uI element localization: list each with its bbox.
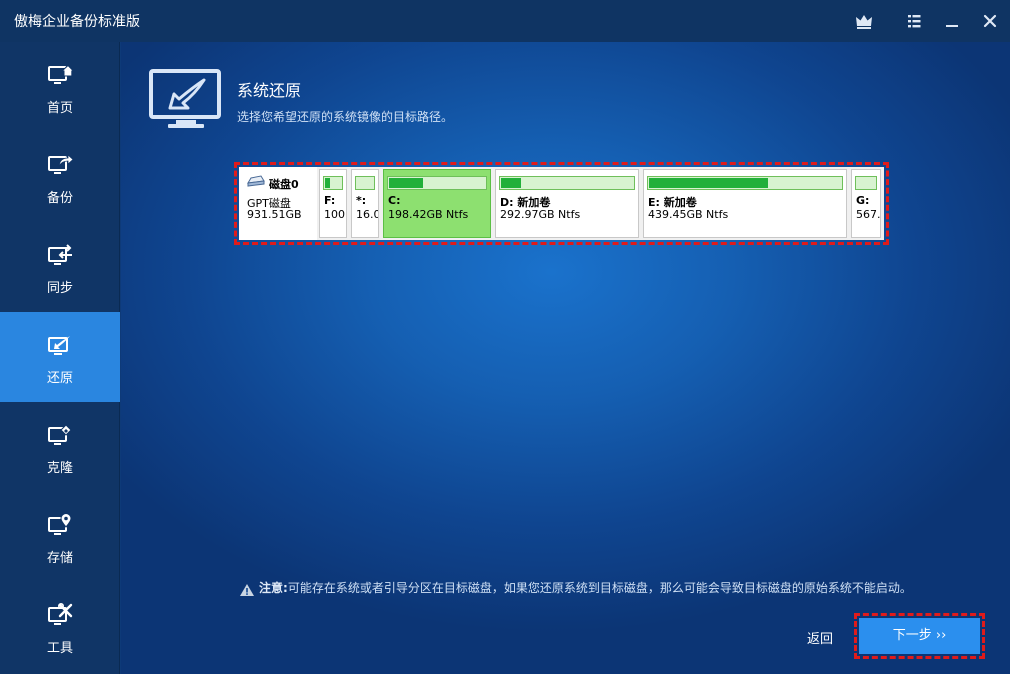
disk-size: 931.51GB <box>247 208 302 221</box>
page-subtitle: 选择您希望还原的系统镜像的目标路径。 <box>237 110 454 124</box>
menu-icon[interactable] <box>902 9 926 33</box>
usage-fill <box>501 178 521 188</box>
usage-bar <box>323 176 343 190</box>
minimize-icon[interactable] <box>940 9 964 33</box>
partition-unlettered[interactable]: *: 16.0 <box>351 169 379 238</box>
sidebar: 首页 备份 同步 还原 克隆 存储 工具 <box>0 42 120 674</box>
title-bar: 傲梅企业备份标准版 <box>0 0 1010 42</box>
note-label: 注意: <box>259 581 288 595</box>
close-icon[interactable] <box>978 9 1002 33</box>
sidebar-item-label: 备份 <box>46 191 73 206</box>
usage-fill <box>649 178 768 188</box>
partition-size: 198.42GB Ntfs <box>388 208 469 221</box>
partition-size: 292.97GB Ntfs <box>500 208 581 221</box>
partition-g[interactable]: G: 567. <box>851 169 881 238</box>
sidebar-item-storage[interactable]: 存储 <box>0 492 120 582</box>
partition-name: C: <box>388 194 401 207</box>
usage-bar <box>855 176 877 190</box>
partition-size: 100. <box>324 208 347 221</box>
restore-icon <box>46 332 74 360</box>
disk-icon <box>246 175 266 189</box>
sidebar-item-label: 同步 <box>46 281 73 296</box>
next-button[interactable]: 下一步 ›› <box>859 618 980 654</box>
sidebar-item-tools[interactable]: 工具 <box>0 582 120 672</box>
partition-f[interactable]: F: 100. <box>319 169 347 238</box>
sidebar-item-clone[interactable]: 克隆 <box>0 402 120 492</box>
storage-icon <box>46 512 74 540</box>
sidebar-item-label: 首页 <box>46 101 73 116</box>
partition-name: *: <box>356 194 367 207</box>
main-panel: 系统还原 选择您希望还原的系统镜像的目标路径。 磁盘0 GPT磁盘 931.51… <box>121 42 1010 674</box>
partition-size: 16.0 <box>356 208 379 221</box>
crown-icon[interactable] <box>852 9 876 33</box>
clone-icon <box>46 422 74 450</box>
sidebar-item-label: 克隆 <box>46 461 73 476</box>
sidebar-item-label: 存储 <box>46 551 73 566</box>
sidebar-item-backup[interactable]: 备份 <box>0 132 120 222</box>
note-text: 注意:可能存在系统或者引导分区在目标磁盘，如果您还原系统到目标磁盘，那么可能会导… <box>259 582 919 595</box>
sidebar-item-sync[interactable]: 同步 <box>0 222 120 312</box>
usage-bar <box>387 176 487 190</box>
usage-bar <box>355 176 375 190</box>
sidebar-item-restore[interactable]: 还原 <box>0 312 120 402</box>
sidebar-item-label: 还原 <box>46 371 73 386</box>
warning-icon <box>239 583 255 597</box>
system-restore-icon <box>148 68 224 130</box>
partition-size: 439.45GB Ntfs <box>648 208 729 221</box>
home-icon <box>46 62 74 90</box>
partition-e[interactable]: E: 新加卷 439.45GB Ntfs <box>643 169 847 238</box>
disk-map: 磁盘0 GPT磁盘 931.51GB F: 100. *: 16.0 C: 19… <box>239 167 884 240</box>
partition-name: G: <box>856 194 870 207</box>
sidebar-item-home[interactable]: 首页 <box>0 42 120 132</box>
page-title: 系统还原 <box>237 81 302 100</box>
partition-name: F: <box>324 194 336 207</box>
disk-name: 磁盘0 <box>269 178 299 191</box>
usage-bar <box>499 176 635 190</box>
partition-c[interactable]: C: 198.42GB Ntfs <box>383 169 491 238</box>
disk-info[interactable]: 磁盘0 GPT磁盘 931.51GB <box>239 167 317 240</box>
partition-size: 567. <box>856 208 881 221</box>
backup-icon <box>46 152 74 180</box>
usage-fill <box>325 178 330 188</box>
usage-bar <box>647 176 843 190</box>
sidebar-item-label: 工具 <box>46 641 73 656</box>
usage-fill <box>389 178 423 188</box>
note-body: 可能存在系统或者引导分区在目标磁盘，如果您还原系统到目标磁盘，那么可能会导致目标… <box>287 581 912 595</box>
app-title: 傲梅企业备份标准版 <box>14 14 140 30</box>
sync-icon <box>46 242 74 270</box>
tools-icon <box>46 602 74 630</box>
back-button[interactable]: 返回 <box>807 628 833 647</box>
partition-d[interactable]: D: 新加卷 292.97GB Ntfs <box>495 169 639 238</box>
